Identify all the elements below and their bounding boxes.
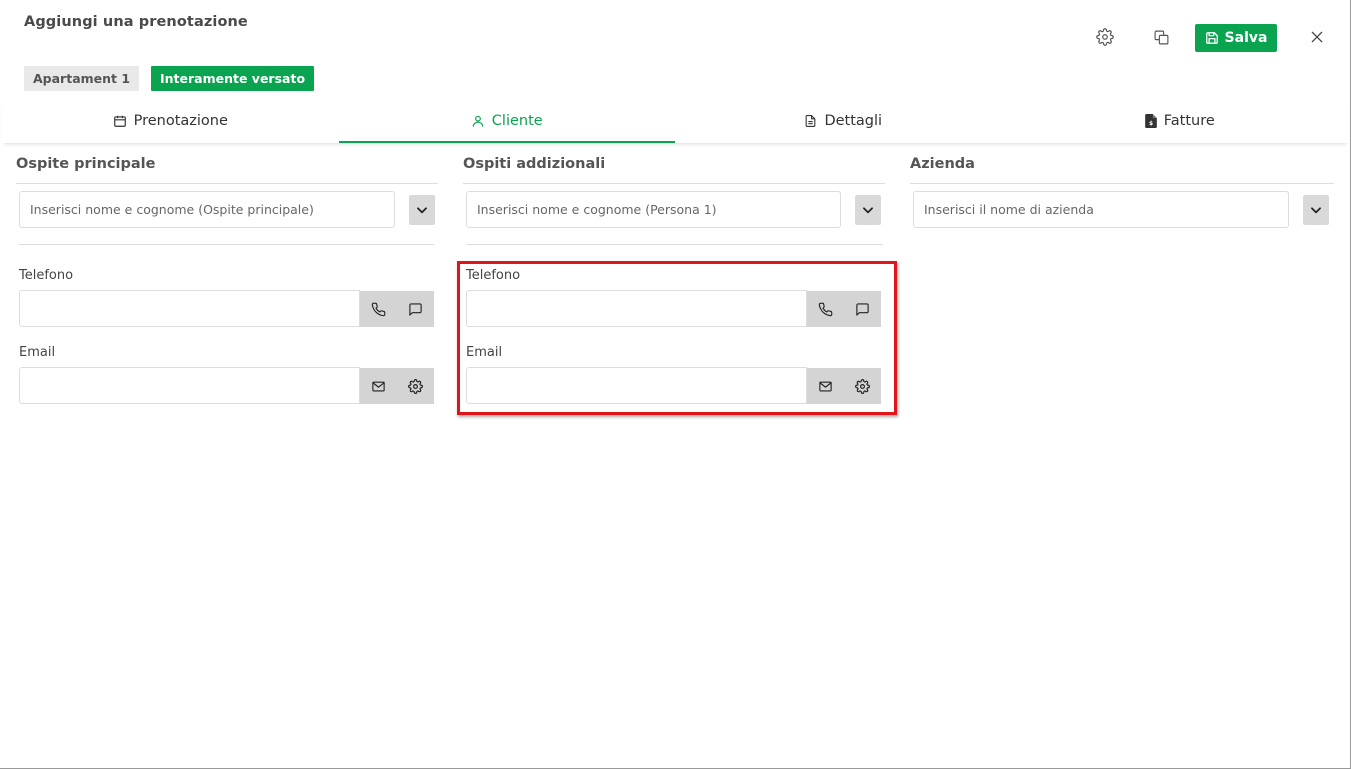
tab-bar: Prenotazione Cliente Dettagli $ Fatture bbox=[2, 98, 1348, 143]
floppy-disk-icon bbox=[1205, 32, 1218, 44]
envelope-icon bbox=[372, 381, 385, 391]
company-dropdown-button[interactable] bbox=[1303, 194, 1329, 225]
save-button[interactable]: Salva bbox=[1195, 24, 1277, 52]
gear-icon bbox=[408, 378, 423, 394]
envelope-icon bbox=[819, 381, 832, 391]
main-guest-name-input[interactable] bbox=[19, 191, 395, 228]
payment-status-badge: Interamente versato bbox=[151, 66, 315, 91]
chevron-down-icon bbox=[863, 206, 873, 213]
additional-guest-phone-input[interactable] bbox=[466, 290, 807, 327]
document-icon bbox=[806, 114, 816, 127]
sms-button[interactable] bbox=[397, 291, 434, 327]
tab-cliente[interactable]: Cliente bbox=[338, 98, 676, 143]
company-section: Azienda bbox=[910, 150, 1334, 228]
call-button[interactable] bbox=[360, 291, 397, 327]
phone-icon bbox=[371, 302, 386, 316]
tab-fatture[interactable]: $ Fatture bbox=[1012, 98, 1349, 143]
tab-label: Prenotazione bbox=[133, 112, 228, 129]
email-label: Email bbox=[19, 345, 56, 360]
svg-text:$: $ bbox=[1149, 121, 1153, 127]
additional-guest-name-input[interactable] bbox=[466, 191, 841, 228]
section-heading: Azienda bbox=[910, 150, 1334, 184]
sms-button[interactable] bbox=[844, 291, 881, 327]
email-settings-button[interactable] bbox=[397, 368, 434, 404]
phone-label: Telefono bbox=[19, 268, 74, 283]
tab-prenotazione[interactable]: Prenotazione bbox=[2, 98, 339, 143]
user-icon bbox=[472, 115, 484, 127]
section-heading: Ospite principale bbox=[16, 150, 438, 184]
send-email-button[interactable] bbox=[807, 368, 844, 404]
tab-dettagli[interactable]: Dettagli bbox=[675, 98, 1012, 143]
invoice-icon: $ bbox=[1144, 113, 1157, 128]
tab-label: Dettagli bbox=[824, 112, 883, 129]
divider bbox=[19, 244, 434, 245]
tab-label: Fatture bbox=[1163, 112, 1215, 129]
main-guest-email-input[interactable] bbox=[19, 367, 360, 404]
main-guest-phone-input[interactable] bbox=[19, 290, 360, 327]
phone-label: Telefono bbox=[466, 268, 521, 283]
main-guest-dropdown-button[interactable] bbox=[409, 194, 435, 225]
additional-guests-section: Ospiti addizionali Telefono Email bbox=[463, 150, 885, 404]
divider bbox=[466, 244, 883, 245]
email-settings-button[interactable] bbox=[844, 368, 881, 404]
copy-icon bbox=[1154, 30, 1168, 44]
modal-title: Aggiungi una prenotazione bbox=[24, 14, 248, 30]
additional-guest-email-input[interactable] bbox=[466, 367, 807, 404]
main-guest-section: Ospite principale Telefono Email bbox=[16, 150, 438, 404]
close-button[interactable] bbox=[1305, 25, 1329, 49]
email-label: Email bbox=[466, 345, 503, 360]
message-icon bbox=[856, 302, 869, 316]
company-name-input[interactable] bbox=[913, 191, 1289, 228]
phone-icon bbox=[818, 302, 833, 316]
gear-icon bbox=[855, 378, 870, 394]
booking-modal: Aggiungi una prenotazione Salva Apartame… bbox=[0, 0, 1351, 769]
save-label: Salva bbox=[1224, 30, 1268, 46]
chevron-down-icon bbox=[417, 206, 427, 213]
call-button[interactable] bbox=[807, 291, 844, 327]
additional-guest-dropdown-button[interactable] bbox=[855, 194, 881, 225]
duplicate-button[interactable] bbox=[1149, 25, 1173, 49]
calendar-icon bbox=[113, 115, 126, 127]
message-icon bbox=[409, 302, 422, 316]
chevron-down-icon bbox=[1311, 206, 1321, 213]
section-heading: Ospiti addizionali bbox=[463, 150, 885, 184]
settings-button[interactable] bbox=[1093, 25, 1117, 49]
close-icon bbox=[1311, 31, 1323, 43]
send-email-button[interactable] bbox=[360, 368, 397, 404]
tab-label: Cliente bbox=[491, 112, 543, 129]
gear-icon bbox=[1096, 28, 1114, 46]
apartment-badge: Apartament 1 bbox=[24, 66, 140, 91]
